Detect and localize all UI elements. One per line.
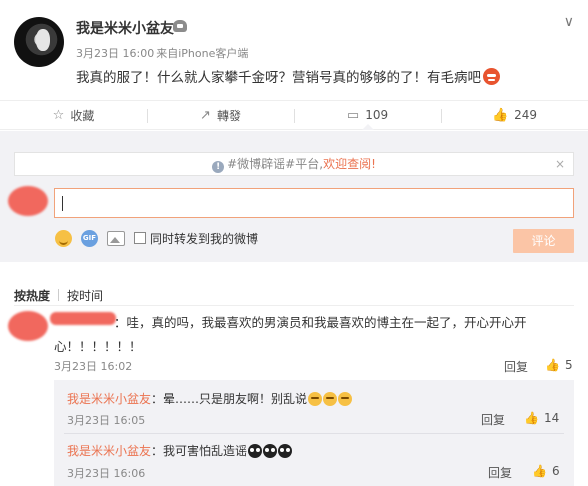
star-icon: ☆ — [52, 107, 65, 123]
reply-button[interactable]: 回复 — [504, 358, 528, 375]
angry-face-icon — [483, 68, 500, 85]
composer-tools: GIF 同时转发到我的微博 — [55, 228, 258, 248]
reply-like-button[interactable]: 👍 14 — [524, 411, 559, 425]
reply-item: 我是米米小盆友：晕……只是朋友啊！别乱说 — [67, 390, 353, 407]
close-icon[interactable]: × — [555, 153, 565, 175]
text-caret — [62, 196, 63, 211]
like-count: 249 — [514, 108, 538, 122]
reply-item: 我是米米小盆友：我可害怕乱造谣 — [67, 442, 293, 459]
post-text: 我真的服了！什么就人家攀千金呀？营销号真的够够的了！有毛病吧 — [76, 66, 500, 86]
reply-like-button[interactable]: 👍 6 — [532, 464, 560, 478]
comment-text: ：哇，真的吗，我最喜欢的男演员和我最喜欢的博主在一起了，开心开心开 心！！！！！… — [54, 311, 534, 359]
repost-button[interactable]: ↗ 轉發 — [147, 101, 294, 129]
repost-checkbox[interactable] — [134, 232, 146, 244]
post-date[interactable]: 3月23日 16:00 — [76, 47, 154, 60]
avatar[interactable] — [14, 17, 64, 67]
reply-like-count: 6 — [551, 464, 560, 478]
divider — [58, 289, 60, 301]
post-author[interactable]: 我是米米小盆友 — [76, 18, 174, 38]
repost-checkbox-label: 同时转发到我的微博 — [150, 231, 259, 246]
reply-time: 3月23日 16:06 — [67, 467, 146, 480]
sort-tabs: 按热度 按时间 — [14, 287, 103, 304]
info-icon: ! — [212, 161, 225, 173]
reply-time: 3月23日 16:05 — [67, 414, 146, 427]
image-icon[interactable] — [107, 230, 125, 246]
thumbs-up-icon: 👍 — [545, 358, 560, 372]
post-text-content: 我真的服了！什么就人家攀千金呀？营销号真的够够的了！有毛病吧 — [76, 70, 481, 86]
favorite-button[interactable]: ☆ 收藏 — [0, 101, 147, 129]
awkward-face-icon — [338, 392, 353, 406]
tab-time[interactable]: 按时间 — [67, 289, 103, 303]
reply-author[interactable]: 我是米米小盆友 — [67, 392, 151, 406]
notice-prefix: #微博辟谣#平台, — [227, 157, 324, 171]
post-source: 来自iPhone客户端 — [156, 47, 249, 60]
action-bar: ☆ 收藏 ↗ 轉發 ▭ 109 👍 249 — [0, 100, 588, 130]
reply-author[interactable]: 我是米米小盆友 — [67, 444, 151, 458]
reply-button[interactable]: 回复 — [488, 464, 512, 481]
notice-link[interactable]: 欢迎查阅! — [323, 157, 376, 171]
repost-icon: ↗ — [200, 107, 211, 123]
comment-text-line2: 心！！！！！！ — [54, 339, 142, 354]
favorite-label: 收藏 — [70, 108, 95, 123]
post-meta: 3月23日 16:00 来自iPhone客户端 — [76, 45, 250, 61]
gif-icon[interactable]: GIF — [81, 229, 98, 247]
replies-panel: 我是米米小盆友：晕……只是朋友啊！别乱说 3月23日 16:05 回复 👍 14 … — [54, 380, 574, 486]
thumbs-up-icon: 👍 — [532, 464, 547, 478]
reply-button[interactable]: 回复 — [481, 411, 505, 428]
tab-hot[interactable]: 按热度 — [14, 289, 50, 303]
redacted-avatar — [8, 186, 48, 216]
thumbs-up-icon: 👍 — [491, 107, 509, 123]
chevron-down-icon[interactable]: ∨ — [564, 14, 574, 30]
submit-comment-button[interactable]: 评论 — [513, 229, 574, 253]
emoji-icon[interactable] — [55, 229, 72, 247]
post-header: 我是米米小盆友 ∨ 3月23日 16:00 来自iPhone客户端 我真的服了！什… — [0, 0, 588, 100]
comment-input[interactable] — [54, 188, 574, 218]
comment-icon: ▭ — [346, 107, 360, 123]
scared-face-icon — [248, 444, 263, 458]
rumor-notice: ! #微博辟谣#平台,欢迎查阅! × — [14, 152, 574, 176]
scared-face-icon — [263, 444, 278, 458]
awkward-face-icon — [323, 392, 338, 406]
divider — [64, 433, 564, 434]
redacted-avatar — [8, 311, 48, 341]
like-button[interactable]: 👍 249 — [441, 101, 588, 129]
comment-count: 109 — [365, 108, 389, 122]
divider — [14, 305, 574, 306]
comment-time: 3月23日 16:02 — [54, 360, 133, 373]
comment-text-line1: ：哇，真的吗，我最喜欢的男演员和我最喜欢的博主在一起了，开心开心开 — [114, 315, 527, 330]
reply-text: ：我可害怕乱造谣 — [151, 444, 248, 458]
reply-text: ：晕……只是朋友啊！别乱说 — [151, 392, 308, 406]
crown-icon — [173, 20, 187, 32]
awkward-face-icon — [308, 392, 323, 406]
comment-like-count: 5 — [564, 358, 573, 372]
reply-like-count: 14 — [543, 411, 560, 425]
comment-like-button[interactable]: 👍 5 — [545, 358, 573, 372]
comment-button[interactable]: ▭ 109 — [294, 101, 441, 130]
thumbs-up-icon: 👍 — [524, 411, 539, 425]
repost-label: 轉發 — [216, 108, 241, 123]
scared-face-icon — [278, 444, 293, 458]
